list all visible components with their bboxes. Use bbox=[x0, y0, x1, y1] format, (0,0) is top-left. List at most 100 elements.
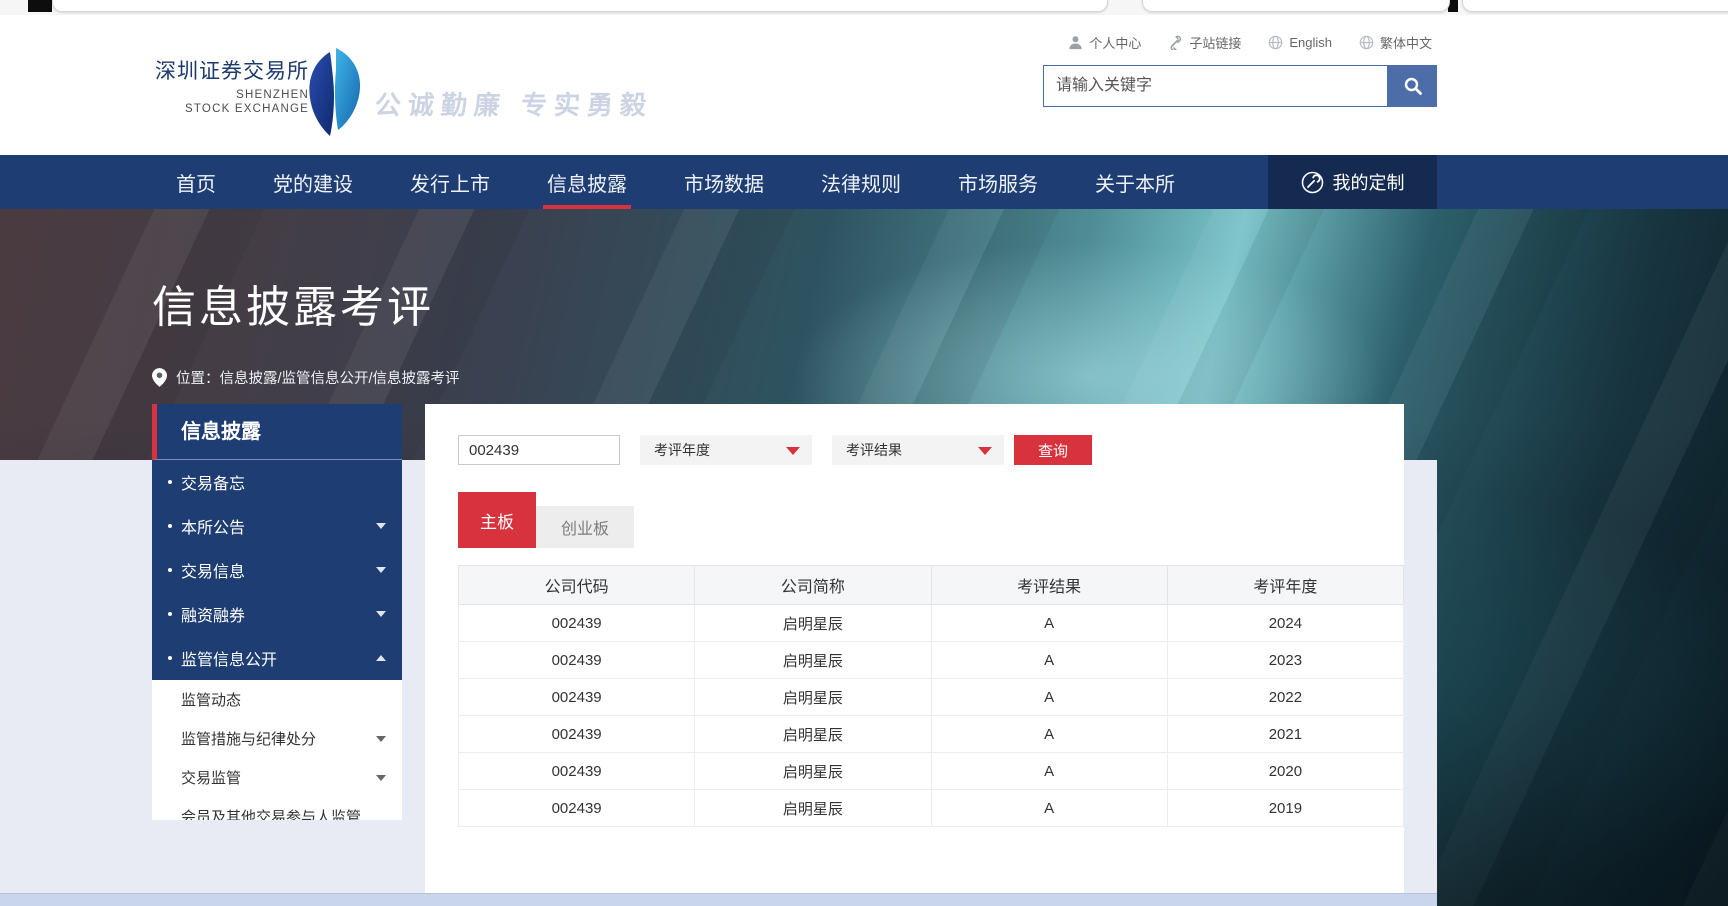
szse-logo-icon bbox=[303, 48, 363, 140]
table-header-cell: 考评年度 bbox=[1167, 566, 1403, 605]
utility-link-label: English bbox=[1289, 35, 1332, 50]
globe-icon bbox=[1268, 35, 1283, 50]
tab-chinext[interactable]: 创业板 bbox=[536, 506, 634, 548]
link-icon bbox=[1168, 35, 1183, 50]
table-cell: 002439 bbox=[459, 753, 695, 790]
bullet-icon bbox=[168, 524, 172, 528]
nav-item-1[interactable]: 党的建设 bbox=[273, 155, 353, 209]
year-dropdown-label: 考评年度 bbox=[654, 440, 710, 460]
sidebar-items: 交易备忘本所公告交易信息融资融券监管信息公开 bbox=[152, 460, 402, 680]
year-dropdown[interactable]: 考评年度 bbox=[640, 435, 812, 465]
bullet-icon bbox=[168, 480, 172, 484]
table-cell: 002439 bbox=[459, 790, 695, 827]
szse-logo[interactable]: 深圳证券交易所 SHENZHEN STOCK EXCHANGE bbox=[155, 55, 309, 117]
sidebar-item-2[interactable]: 交易信息 bbox=[152, 548, 402, 592]
nav-item-0[interactable]: 首页 bbox=[176, 155, 216, 209]
user-icon bbox=[1068, 35, 1083, 50]
table-cell: A bbox=[931, 642, 1167, 679]
sidebar-item-label: 融资融券 bbox=[181, 602, 245, 626]
table-cell: 2023 bbox=[1167, 642, 1403, 679]
utility-link-1[interactable]: 子站链接 bbox=[1168, 33, 1241, 52]
table-row: 002439启明星辰A2019 bbox=[459, 790, 1404, 827]
company-code-input[interactable] bbox=[458, 435, 620, 465]
result-dropdown[interactable]: 考评结果 bbox=[832, 435, 1004, 465]
nav-item-5[interactable]: 法律规则 bbox=[821, 155, 901, 209]
table-cell: 启明星辰 bbox=[695, 605, 931, 642]
nav-custom-label: 我的定制 bbox=[1333, 169, 1405, 195]
nav-item-my-customization[interactable]: 我的定制 bbox=[1268, 155, 1437, 209]
custom-tool-icon bbox=[1301, 171, 1324, 194]
sidebar-subitem-2[interactable]: 交易监管 bbox=[152, 758, 402, 797]
sidebar-item-4[interactable]: 监管信息公开 bbox=[152, 636, 402, 680]
table-cell: 启明星辰 bbox=[695, 790, 931, 827]
horizontal-scrollbar[interactable] bbox=[0, 893, 1437, 906]
table-cell: 002439 bbox=[459, 605, 695, 642]
sidebar-subitem-label: 交易监管 bbox=[181, 767, 241, 788]
location-pin-icon bbox=[152, 368, 167, 387]
utility-link-0[interactable]: 个人中心 bbox=[1068, 33, 1141, 52]
chevron-down-icon bbox=[376, 736, 386, 742]
nav-item-3[interactable]: 信息披露 bbox=[547, 155, 627, 209]
breadcrumb[interactable]: 位置：信息披露/监管信息公开/信息披露考评 bbox=[152, 367, 460, 388]
chevron-down-icon bbox=[376, 567, 386, 573]
utility-link-3[interactable]: 繁体中文 bbox=[1359, 33, 1432, 52]
table-cell: 002439 bbox=[459, 642, 695, 679]
browser-chrome-fragment bbox=[52, 0, 1108, 12]
table-row: 002439启明星辰A2022 bbox=[459, 679, 1404, 716]
sidebar-item-label: 本所公告 bbox=[181, 514, 245, 538]
sidebar-header: 信息披露 bbox=[152, 404, 402, 460]
table-cell: 2020 bbox=[1167, 753, 1403, 790]
logo-name-cn: 深圳证券交易所 bbox=[155, 55, 309, 85]
sidebar-subitem-label: 监管措施与纪律处分 bbox=[181, 728, 316, 749]
result-dropdown-label: 考评结果 bbox=[846, 440, 902, 460]
globe-icon bbox=[1359, 35, 1374, 50]
page-title: 信息披露考评 bbox=[152, 271, 434, 335]
table-row: 002439启明星辰A2020 bbox=[459, 753, 1404, 790]
bullet-icon bbox=[168, 612, 172, 616]
nav-item-2[interactable]: 发行上市 bbox=[410, 155, 490, 209]
browser-chrome-strip bbox=[0, 0, 1728, 15]
site-search-input[interactable] bbox=[1043, 65, 1388, 107]
sidebar-subitems: 监管动态监管措施与纪律处分交易监管会员及其他交易参与人监管 bbox=[152, 680, 402, 820]
chevron-down-icon bbox=[376, 523, 386, 529]
table-cell: 2024 bbox=[1167, 605, 1403, 642]
sidebar-item-label: 监管信息公开 bbox=[181, 646, 277, 670]
dropdown-arrow-icon bbox=[978, 447, 992, 455]
table-header-cell: 公司代码 bbox=[459, 566, 695, 605]
slogan-calligraphy: 公诚勤廉 专实勇毅 bbox=[373, 85, 654, 122]
main-navbar: 首页 党的建设 发行上市 信息披露 市场数据 法律规则 市场服务 关于本所 我的定制 bbox=[0, 155, 1728, 209]
nav-item-7[interactable]: 关于本所 bbox=[1095, 155, 1175, 209]
table-cell: 002439 bbox=[459, 716, 695, 753]
query-button[interactable]: 查询 bbox=[1014, 435, 1092, 465]
utility-link-2[interactable]: English bbox=[1268, 35, 1332, 50]
table-cell: A bbox=[931, 605, 1167, 642]
sidebar-subitem-3[interactable]: 会员及其他交易参与人监管 bbox=[152, 797, 402, 820]
sidebar-item-3[interactable]: 融资融券 bbox=[152, 592, 402, 636]
sidebar-item-1[interactable]: 本所公告 bbox=[152, 504, 402, 548]
search-icon bbox=[1403, 76, 1423, 96]
table-row: 002439启明星辰A2021 bbox=[459, 716, 1404, 753]
sidebar-item-0[interactable]: 交易备忘 bbox=[152, 460, 402, 504]
sidebar-subitem-0[interactable]: 监管动态 bbox=[152, 680, 402, 719]
sidebar-subitem-label: 会员及其他交易参与人监管 bbox=[181, 806, 361, 820]
logo-name-en: SHENZHEN STOCK EXCHANGE bbox=[155, 88, 309, 117]
chevron-down-icon bbox=[376, 775, 386, 781]
utility-links: 个人中心 子站链接 English 繁体中文 bbox=[1068, 33, 1432, 52]
nav-item-6[interactable]: 市场服务 bbox=[958, 155, 1038, 209]
sidebar-subitem-1[interactable]: 监管措施与纪律处分 bbox=[152, 719, 402, 758]
nav-item-4[interactable]: 市场数据 bbox=[684, 155, 764, 209]
site-search-button[interactable] bbox=[1388, 65, 1437, 107]
table-cell: A bbox=[931, 790, 1167, 827]
table-cell: 启明星辰 bbox=[695, 716, 931, 753]
content-panel: 考评年度 考评结果 查询 主板 创业板 公司代码公司简称考评结果考评年度 002… bbox=[425, 404, 1404, 895]
site-header: 深圳证券交易所 SHENZHEN STOCK EXCHANGE 公诚勤廉 专实勇… bbox=[0, 15, 1728, 155]
sidebar: 信息披露 交易备忘本所公告交易信息融资融券监管信息公开 监管动态监管措施与纪律处… bbox=[152, 404, 402, 820]
table-header-cell: 公司简称 bbox=[695, 566, 931, 605]
browser-chrome-fragment bbox=[1462, 0, 1728, 12]
sidebar-item-label: 交易备忘 bbox=[181, 470, 245, 494]
table-cell: 2019 bbox=[1167, 790, 1403, 827]
tab-main-board[interactable]: 主板 bbox=[458, 492, 536, 548]
site-search bbox=[1043, 65, 1437, 107]
sidebar-item-label: 交易信息 bbox=[181, 558, 245, 582]
sidebar-subitem-label: 监管动态 bbox=[181, 689, 241, 710]
